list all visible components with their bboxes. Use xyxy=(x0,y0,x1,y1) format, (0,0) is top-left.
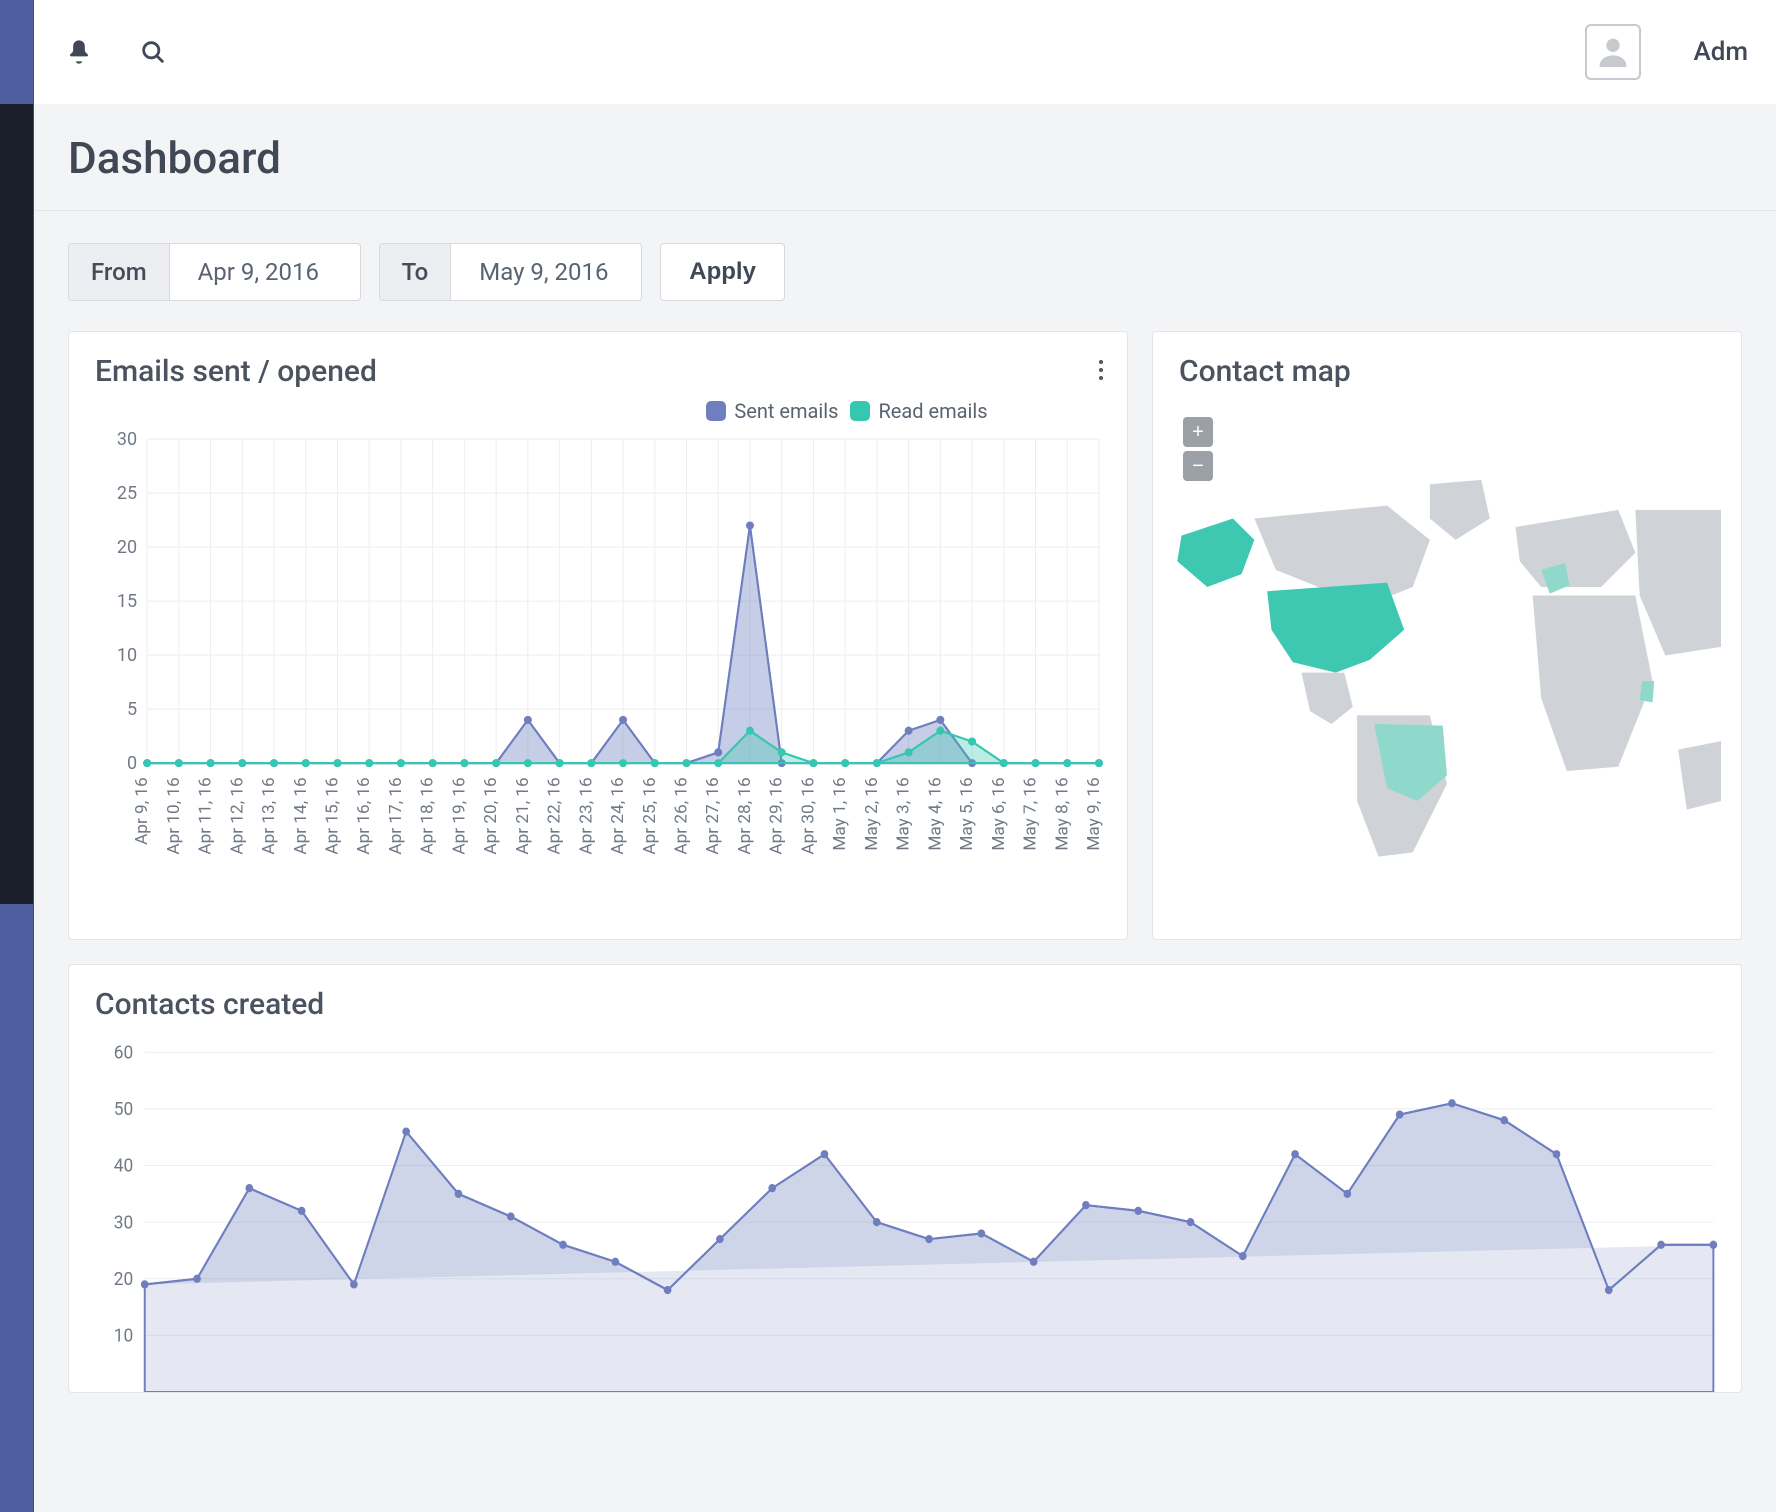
svg-text:Apr 14, 16: Apr 14, 16 xyxy=(291,777,311,854)
svg-text:0: 0 xyxy=(127,753,137,774)
svg-text:Apr 18, 16: Apr 18, 16 xyxy=(418,777,438,854)
svg-text:May 8, 16: May 8, 16 xyxy=(1052,777,1072,850)
svg-text:May 4, 16: May 4, 16 xyxy=(925,777,945,850)
from-date-segment: From Apr 9, 2016 xyxy=(68,243,361,301)
svg-text:Apr 27, 16: Apr 27, 16 xyxy=(703,777,723,854)
svg-text:Apr 20, 16: Apr 20, 16 xyxy=(481,777,501,854)
svg-text:Apr 15, 16: Apr 15, 16 xyxy=(323,777,343,854)
user-label: Adm xyxy=(1693,37,1748,67)
emails-card-menu-icon[interactable] xyxy=(1097,358,1105,386)
contact-map-title: Contact map xyxy=(1153,332,1741,399)
svg-text:Apr 11, 16: Apr 11, 16 xyxy=(196,777,216,854)
svg-text:Apr 24, 16: Apr 24, 16 xyxy=(608,777,628,854)
map-zoom-out-button[interactable]: − xyxy=(1183,451,1213,481)
legend-read-label: Read emails xyxy=(878,399,987,423)
to-date-input[interactable]: May 9, 2016 xyxy=(451,244,641,300)
svg-text:Apr 19, 16: Apr 19, 16 xyxy=(449,777,469,854)
left-nav-rail xyxy=(0,0,34,1512)
svg-text:50: 50 xyxy=(114,1099,133,1121)
top-bar: Adm xyxy=(34,0,1776,104)
svg-text:May 1, 16: May 1, 16 xyxy=(830,777,850,850)
search-icon[interactable] xyxy=(136,35,170,69)
svg-text:Apr 10, 16: Apr 10, 16 xyxy=(164,777,184,854)
svg-text:25: 25 xyxy=(117,483,137,504)
contacts-chart: 10 20 30 40 50 60 xyxy=(69,1032,1741,1392)
svg-text:Apr 30, 16: Apr 30, 16 xyxy=(799,777,819,854)
svg-text:Apr 9, 16: Apr 9, 16 xyxy=(132,777,152,845)
svg-text:20: 20 xyxy=(117,537,137,558)
legend-sent: Sent emails xyxy=(706,399,838,423)
page-title: Dashboard xyxy=(68,132,1742,184)
apply-button[interactable]: Apply xyxy=(660,243,785,301)
svg-text:May 2, 16: May 2, 16 xyxy=(862,777,882,850)
svg-text:10: 10 xyxy=(114,1325,133,1347)
svg-text:20: 20 xyxy=(114,1268,133,1290)
svg-text:30: 30 xyxy=(114,1212,133,1234)
map-zoom-in-button[interactable]: + xyxy=(1183,417,1213,447)
emails-card-title: Emails sent / opened xyxy=(69,332,1127,399)
svg-text:May 7, 16: May 7, 16 xyxy=(1021,777,1041,850)
svg-text:May 5, 16: May 5, 16 xyxy=(957,777,977,850)
contacts-card-title: Contacts created xyxy=(69,965,1741,1032)
legend-sent-swatch xyxy=(706,401,726,421)
to-date-segment: To May 9, 2016 xyxy=(379,243,643,301)
svg-text:May 3, 16: May 3, 16 xyxy=(894,777,914,850)
svg-text:60: 60 xyxy=(114,1042,133,1064)
svg-text:May 6, 16: May 6, 16 xyxy=(989,777,1009,850)
svg-text:Apr 12, 16: Apr 12, 16 xyxy=(227,777,247,854)
to-label: To xyxy=(380,244,452,300)
svg-text:30: 30 xyxy=(117,429,137,450)
svg-text:Apr 29, 16: Apr 29, 16 xyxy=(767,777,787,854)
legend-read: Read emails xyxy=(850,399,987,423)
left-nav-dark-segment xyxy=(0,104,33,904)
legend-read-swatch xyxy=(850,401,870,421)
svg-text:Apr 23, 16: Apr 23, 16 xyxy=(576,777,596,854)
notifications-icon[interactable] xyxy=(62,35,96,69)
from-date-input[interactable]: Apr 9, 2016 xyxy=(170,244,360,300)
emails-chart: 0 5 10 15 20 25 30 Apr 9, 16 Apr 10, 16 Apr 11, 1… xyxy=(69,429,1127,929)
svg-text:Apr 22, 16: Apr 22, 16 xyxy=(545,777,565,854)
svg-text:May 9, 16: May 9, 16 xyxy=(1084,777,1104,850)
svg-text:Apr 25, 16: Apr 25, 16 xyxy=(640,777,660,854)
emails-card: Emails sent / opened Sent emails Read em… xyxy=(68,331,1128,940)
svg-text:Apr 28, 16: Apr 28, 16 xyxy=(735,777,755,854)
svg-text:Apr 13, 16: Apr 13, 16 xyxy=(259,777,279,854)
contact-map[interactable]: + − xyxy=(1153,399,1741,939)
svg-text:Apr 26, 16: Apr 26, 16 xyxy=(672,777,692,854)
svg-text:5: 5 xyxy=(127,699,137,720)
date-filter-row: From Apr 9, 2016 To May 9, 2016 Apply xyxy=(34,211,1776,331)
avatar[interactable] xyxy=(1585,24,1641,80)
svg-text:Apr 21, 16: Apr 21, 16 xyxy=(513,777,533,854)
svg-text:Apr 16, 16: Apr 16, 16 xyxy=(354,777,374,854)
from-label: From xyxy=(69,244,170,300)
svg-text:40: 40 xyxy=(114,1155,133,1177)
emails-legend: Sent emails Read emails xyxy=(667,399,1027,429)
svg-text:10: 10 xyxy=(117,645,137,666)
contact-map-card: Contact map + − xyxy=(1152,331,1742,940)
legend-sent-label: Sent emails xyxy=(734,399,838,423)
contacts-card: Contacts created 10 20 30 40 50 60 xyxy=(68,964,1742,1393)
svg-text:Apr 17, 16: Apr 17, 16 xyxy=(386,777,406,854)
svg-text:15: 15 xyxy=(117,591,137,612)
